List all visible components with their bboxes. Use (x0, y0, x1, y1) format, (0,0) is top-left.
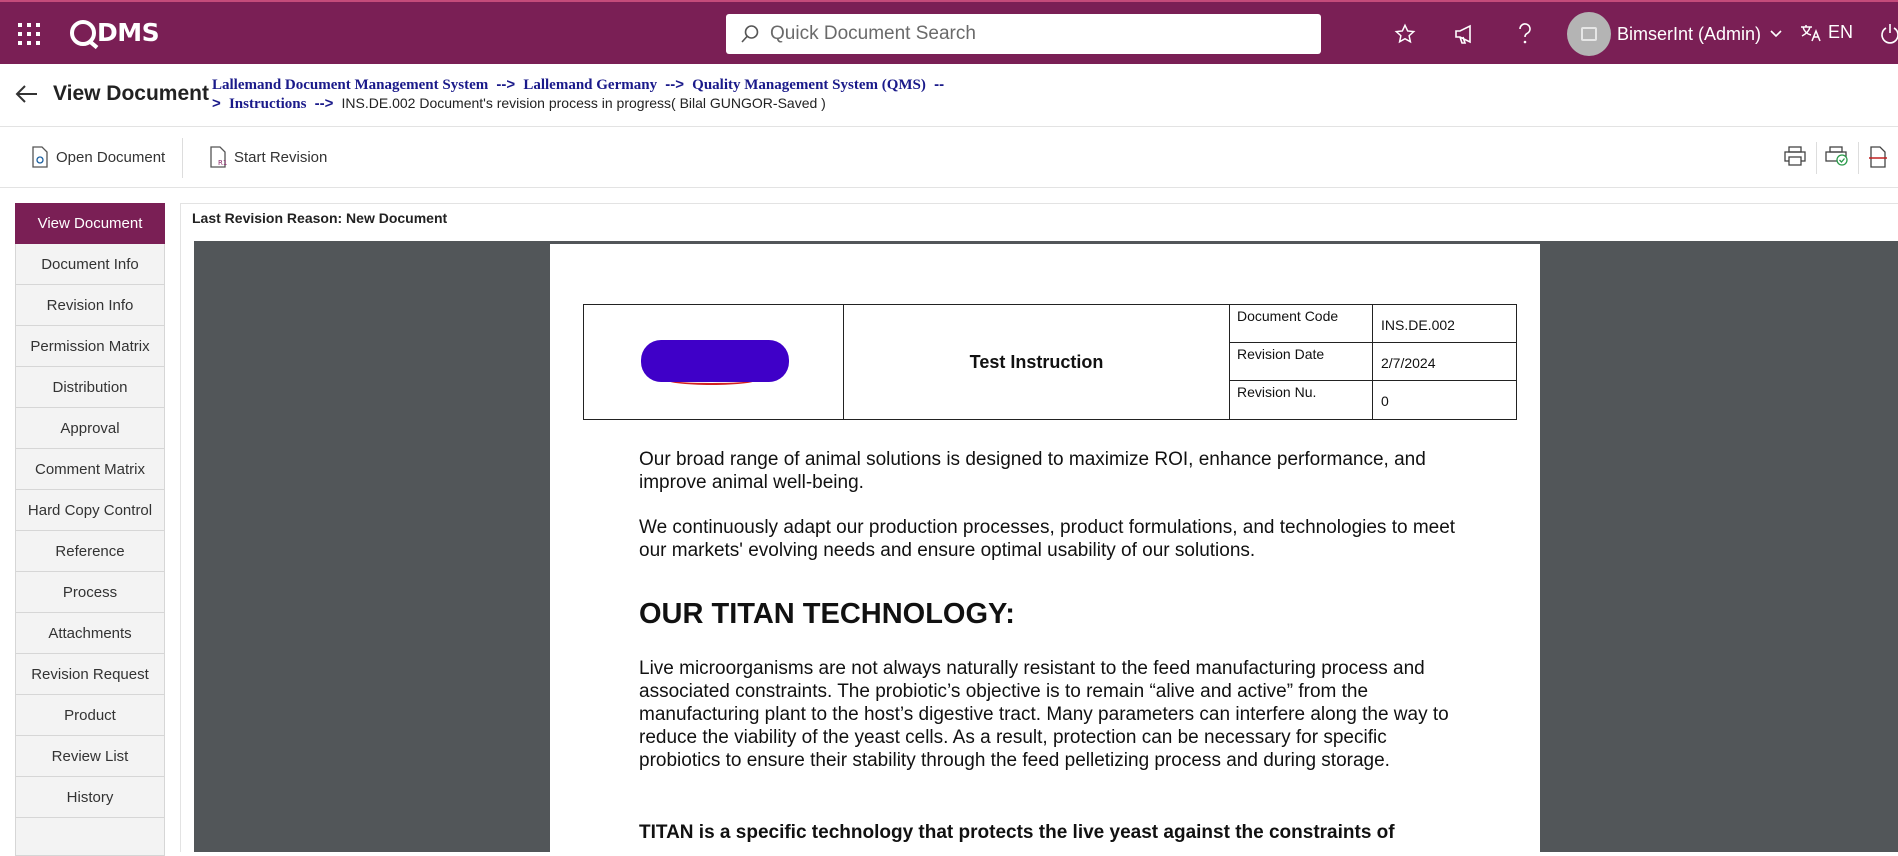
sidebar-filler (15, 818, 165, 856)
breadcrumb-separator: --> (314, 95, 334, 112)
document-header-table: Test Instruction Document Code INS.DE.00… (583, 304, 1517, 420)
sidebar-item-comment-matrix[interactable]: Comment Matrix (15, 449, 165, 490)
sidebar-item-product[interactable]: Product (15, 695, 165, 736)
sidebar-item-review-list[interactable]: Review List (15, 736, 165, 777)
quick-search-box[interactable] (726, 14, 1321, 54)
meta-label: Revision Date (1237, 346, 1325, 362)
search-icon (741, 25, 759, 43)
translate-icon (1801, 24, 1821, 41)
start-revision-button[interactable]: R1 Start Revision (208, 146, 327, 168)
sidebar-item-reference[interactable]: Reference (15, 531, 165, 572)
start-revision-label: Start Revision (234, 148, 328, 166)
open-document-button[interactable]: Open Document (30, 146, 165, 168)
back-arrow-icon[interactable] (15, 84, 39, 104)
svg-text:R1: R1 (218, 159, 227, 167)
sidebar-item-process[interactable]: Process (15, 572, 165, 613)
pdf-export-icon (1869, 146, 1887, 168)
printer-check-icon (1825, 146, 1848, 166)
language-code: EN (1828, 22, 1854, 42)
meta-row-revision-number: Revision Nu. 0 (1229, 381, 1516, 419)
top-navigation-bar: DMS BimserInt (Admin) EN (0, 0, 1898, 64)
meta-label: Document Code (1237, 308, 1339, 324)
start-revision-icon: R1 (210, 146, 227, 168)
toolbar-divider (1816, 142, 1817, 174)
chevron-down-icon (1770, 30, 1782, 38)
document-title: Test Instruction (969, 351, 1104, 372)
meta-value: INS.DE.002 (1381, 317, 1455, 333)
search-input[interactable] (770, 23, 1290, 45)
open-document-label: Open Document (56, 148, 166, 166)
revision-reason: Last Revision Reason: New Document (192, 210, 448, 226)
announcements-megaphone-icon[interactable] (1451, 20, 1479, 48)
pdf-page: Test Instruction Document Code INS.DE.00… (550, 244, 1540, 852)
breadcrumb-separator: --> (665, 76, 684, 93)
document-paragraph: Live microorganisms are not always natur… (639, 658, 1449, 771)
sidebar-item-revision-info[interactable]: Revision Info (15, 285, 165, 326)
sidebar-item-distribution[interactable]: Distribution (15, 367, 165, 408)
page-title: View Document (53, 82, 209, 105)
toolbar-divider (182, 138, 183, 178)
breadcrumb-item-instructions[interactable]: Instructions (229, 96, 307, 112)
power-logout-icon[interactable] (1876, 20, 1898, 48)
sidebar-item-view-document[interactable]: View Document (15, 203, 165, 244)
breadcrumb-separator: --> (496, 76, 516, 93)
breadcrumb-item-dms[interactable]: Lallemand Document Management System (212, 77, 488, 93)
pdf-export-button[interactable] (1868, 146, 1888, 168)
meta-value: 0 (1381, 393, 1389, 409)
favorites-star-icon[interactable] (1391, 20, 1419, 48)
meta-value: 2/7/2024 (1381, 355, 1436, 371)
sidebar-item-document-info[interactable]: Document Info (15, 244, 165, 285)
company-logo-cell (584, 305, 844, 419)
app-launcher-icon[interactable] (18, 23, 40, 45)
print-approved-button[interactable] (1825, 146, 1849, 166)
avatar (1567, 12, 1611, 56)
document-heading: OUR TITAN TECHNOLOGY: (639, 598, 1015, 630)
meta-row-revision-date: Revision Date 2/7/2024 (1229, 343, 1516, 381)
sidebar-item-hard-copy-control[interactable]: Hard Copy Control (15, 490, 165, 531)
document-paragraph: We continuously adapt our production pro… (639, 517, 1456, 561)
document-paragraph: Our broad range of animal solutions is d… (639, 449, 1426, 493)
document-sidebar: View Document Document Info Revision Inf… (15, 203, 165, 856)
help-question-icon[interactable] (1511, 20, 1539, 48)
meta-label: Revision Nu. (1237, 384, 1317, 400)
user-menu[interactable]: BimserInt (Admin) (1567, 12, 1783, 56)
page-header: View Document Lallemand Document Managem… (0, 64, 1898, 127)
action-toolbar: Open Document R1 Start Revision (0, 128, 1898, 188)
breadcrumb-separator: > (212, 95, 221, 112)
breadcrumb-item-qms[interactable]: Quality Management System (QMS) (692, 77, 926, 93)
meta-row-document-code: Document Code INS.DE.002 (1229, 305, 1516, 343)
app-logo[interactable]: DMS (70, 18, 160, 47)
print-button[interactable] (1784, 146, 1806, 166)
breadcrumb-separator: -- (934, 76, 945, 93)
language-selector[interactable]: EN (1800, 22, 1853, 43)
sidebar-item-approval[interactable]: Approval (15, 408, 165, 449)
document-paragraph-bold: TITAN is a specific technology that prot… (639, 822, 1395, 843)
redacted-company-logo (641, 340, 789, 382)
sidebar-item-history[interactable]: History (15, 777, 165, 818)
breadcrumb: Lallemand Document Management System -->… (212, 76, 1092, 113)
user-name: BimserInt (Admin) (1617, 23, 1762, 44)
printer-icon (1784, 146, 1806, 166)
sidebar-item-revision-request[interactable]: Revision Request (15, 654, 165, 695)
pdf-viewer[interactable]: Test Instruction Document Code INS.DE.00… (194, 241, 1898, 852)
logo-q-icon (70, 19, 96, 46)
breadcrumb-item-germany[interactable]: Lallemand Germany (523, 77, 657, 93)
sidebar-item-attachments[interactable]: Attachments (15, 613, 165, 654)
toolbar-divider (1858, 142, 1859, 174)
breadcrumb-status: INS.DE.002 Document's revision process i… (341, 95, 826, 111)
logo-text: DMS (97, 18, 160, 47)
sidebar-item-permission-matrix[interactable]: Permission Matrix (15, 326, 165, 367)
open-document-icon (32, 146, 48, 168)
